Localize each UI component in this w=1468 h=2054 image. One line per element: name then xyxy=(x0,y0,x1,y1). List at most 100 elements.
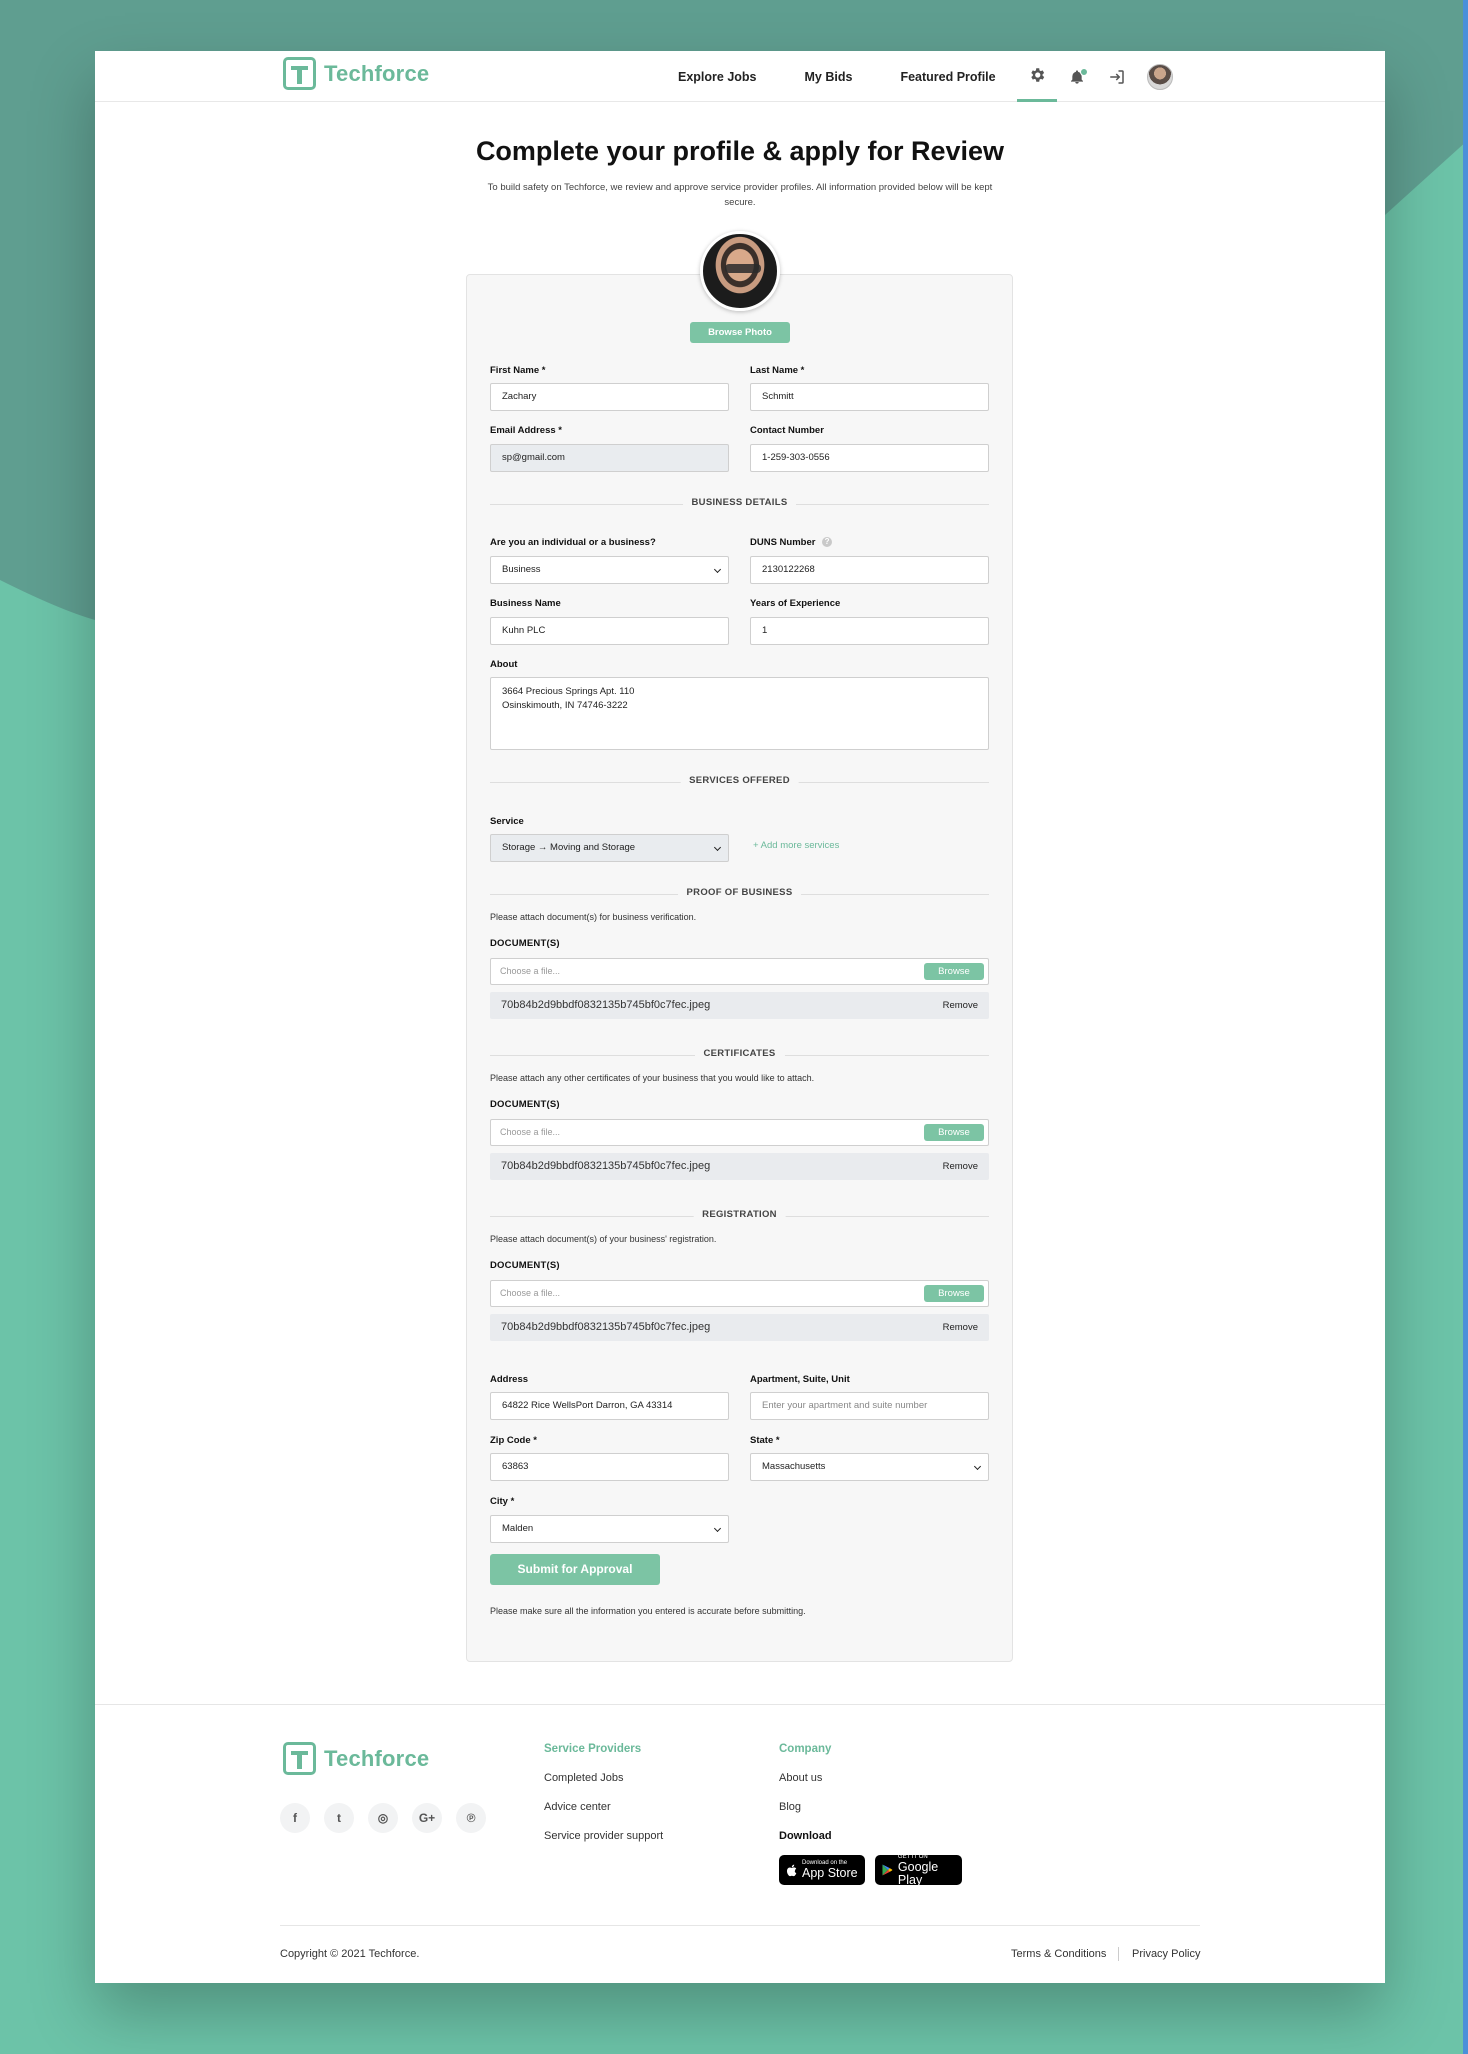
footer-logo[interactable]: Techforce xyxy=(283,1742,429,1775)
registration-file-input[interactable]: Choose a file... Browse xyxy=(490,1280,989,1307)
terms-link[interactable]: Terms & Conditions xyxy=(1011,1948,1106,1960)
page-subtitle: To build safety on Techforce, we review … xyxy=(487,182,993,208)
registration-file-placeholder: Choose a file... xyxy=(500,1288,561,1298)
app-store-badge[interactable]: Download on the App Store xyxy=(779,1855,865,1885)
duns-number-input[interactable]: 2130122268 xyxy=(750,556,989,584)
state-label: State * xyxy=(750,1435,780,1446)
certificates-file-input[interactable]: Choose a file... Browse xyxy=(490,1119,989,1146)
google-plus-icon[interactable]: G+ xyxy=(412,1803,442,1833)
first-name-label: First Name * xyxy=(490,365,546,376)
apartment-label: Apartment, Suite, Unit xyxy=(750,1374,850,1385)
city-select[interactable]: Malden xyxy=(490,1515,729,1543)
contact-number-label: Contact Number xyxy=(750,425,824,436)
entity-type-select[interactable]: Business xyxy=(490,556,729,584)
service-providers-title: Service Providers xyxy=(544,1743,642,1755)
footer-legal-separator xyxy=(1118,1947,1119,1961)
notification-bell-icon[interactable] xyxy=(1057,51,1097,102)
proof-file-input[interactable]: Choose a file... Browse xyxy=(490,958,989,985)
years-experience-input[interactable]: 1 xyxy=(750,617,989,645)
certificates-file-row: 70b84b2d9bbdf0832135b745bf0c7fec.jpeg Re… xyxy=(490,1153,989,1180)
google-play-icon xyxy=(882,1864,893,1876)
certificates-heading: CERTIFICATES xyxy=(694,1048,785,1059)
zip-code-label: Zip Code * xyxy=(490,1435,537,1446)
contact-number-input[interactable]: 1-259-303-0556 xyxy=(750,444,989,472)
footer-divider xyxy=(95,1704,1385,1705)
social-links: f t ◎ G+ ℗ xyxy=(280,1803,500,1833)
gear-icon[interactable] xyxy=(1017,51,1057,102)
notification-badge xyxy=(1080,68,1088,76)
services-offered-heading: SERVICES OFFERED xyxy=(680,775,799,786)
registration-heading: REGISTRATION xyxy=(693,1209,786,1220)
top-navbar: Techforce Explore Jobs My Bids Featured … xyxy=(95,51,1385,102)
about-textarea[interactable]: 3664 Precious Springs Apt. 110 Osinskimo… xyxy=(490,677,989,750)
footer-link-blog[interactable]: Blog xyxy=(779,1801,801,1813)
proof-browse-button[interactable]: Browse xyxy=(924,963,984,980)
nav-my-bids[interactable]: My Bids xyxy=(805,70,853,84)
certificates-divider: CERTIFICATES xyxy=(490,1048,989,1059)
nav-explore-jobs[interactable]: Explore Jobs xyxy=(678,70,757,84)
certificates-remove-button[interactable]: Remove xyxy=(943,1153,978,1180)
about-label: About xyxy=(490,659,518,670)
proof-of-business-divider: PROOF OF BUSINESS xyxy=(490,887,989,898)
twitter-icon[interactable]: t xyxy=(324,1803,354,1833)
privacy-link[interactable]: Privacy Policy xyxy=(1132,1948,1200,1960)
main-nav: Explore Jobs My Bids Featured Profile xyxy=(678,51,1044,102)
proof-hint: Please attach document(s) for business v… xyxy=(490,912,697,922)
business-name-input[interactable]: Kuhn PLC xyxy=(490,617,729,645)
last-name-label: Last Name * xyxy=(750,365,805,376)
service-label: Service xyxy=(490,816,524,827)
nav-featured-profile[interactable]: Featured Profile xyxy=(900,70,995,84)
certificates-documents-label: DOCUMENT(S) xyxy=(490,1099,560,1110)
submit-for-approval-button[interactable]: Submit for Approval xyxy=(490,1554,660,1585)
apartment-input[interactable]: Enter your apartment and suite number xyxy=(750,1392,989,1420)
footer-link-support[interactable]: Service provider support xyxy=(544,1830,663,1842)
facebook-icon[interactable]: f xyxy=(280,1803,310,1833)
years-experience-label: Years of Experience xyxy=(750,598,841,609)
certificates-file-placeholder: Choose a file... xyxy=(500,1127,561,1137)
proof-file-row: 70b84b2d9bbdf0832135b745bf0c7fec.jpeg Re… xyxy=(490,992,989,1019)
email-label: Email Address * xyxy=(490,425,562,436)
footer-link-completed-jobs[interactable]: Completed Jobs xyxy=(544,1772,624,1784)
certificates-browse-button[interactable]: Browse xyxy=(924,1124,984,1141)
logo[interactable]: Techforce xyxy=(283,57,429,90)
browse-photo-button[interactable]: Browse Photo xyxy=(690,322,790,343)
certificates-file-name: 70b84b2d9bbdf0832135b745bf0c7fec.jpeg xyxy=(501,1160,711,1172)
footer-link-about-us[interactable]: About us xyxy=(779,1772,822,1784)
first-name-input[interactable]: Zachary xyxy=(490,383,729,411)
state-select[interactable]: Massachusetts xyxy=(750,1453,989,1481)
proof-file-placeholder: Choose a file... xyxy=(500,966,561,976)
logo-text: Techforce xyxy=(324,60,430,86)
avatar[interactable] xyxy=(1147,63,1173,90)
page-frame: Techforce Explore Jobs My Bids Featured … xyxy=(95,51,1385,1983)
address-label: Address xyxy=(490,1374,529,1385)
duns-number-label-text: DUNS Number xyxy=(750,537,816,548)
registration-hint: Please attach document(s) of your busine… xyxy=(490,1234,717,1244)
accuracy-note: Please make sure all the information you… xyxy=(490,1606,806,1616)
google-play-big-text: Google Play xyxy=(897,1859,939,1887)
pinterest-icon[interactable]: ℗ xyxy=(456,1803,486,1833)
registration-remove-button[interactable]: Remove xyxy=(943,1314,978,1341)
business-details-heading: BUSINESS DETAILS xyxy=(682,497,797,508)
download-title: Download xyxy=(779,1830,832,1842)
footer-link-advice-center[interactable]: Advice center xyxy=(544,1801,611,1813)
last-name-input[interactable]: Schmitt xyxy=(750,383,989,411)
instagram-icon[interactable]: ◎ xyxy=(368,1803,398,1833)
page-title: Complete your profile & apply for Review xyxy=(475,136,1005,166)
footer-bottom-divider xyxy=(280,1925,1200,1926)
registration-documents-label: DOCUMENT(S) xyxy=(490,1260,560,1271)
proof-remove-button[interactable]: Remove xyxy=(943,992,978,1019)
registration-divider: REGISTRATION xyxy=(490,1209,989,1220)
logout-icon[interactable] xyxy=(1097,51,1137,102)
footer-logo-icon xyxy=(283,1742,316,1775)
help-icon[interactable]: ? xyxy=(822,537,833,548)
copyright: Copyright © 2021 Techforce. xyxy=(280,1948,420,1960)
registration-browse-button[interactable]: Browse xyxy=(924,1285,984,1302)
service-select[interactable]: Storage → Moving and Storage xyxy=(490,834,729,862)
address-input[interactable]: 64822 Rice WellsPort Darron, GA 43314 xyxy=(490,1392,729,1420)
profile-photo xyxy=(700,231,780,311)
registration-file-row: 70b84b2d9bbdf0832135b745bf0c7fec.jpeg Re… xyxy=(490,1314,989,1341)
add-more-services-link[interactable]: + Add more services xyxy=(753,840,839,851)
apple-icon xyxy=(786,1864,797,1876)
google-play-badge[interactable]: GET IT ON Google Play xyxy=(875,1854,962,1887)
zip-code-input[interactable]: 63863 xyxy=(490,1453,729,1481)
